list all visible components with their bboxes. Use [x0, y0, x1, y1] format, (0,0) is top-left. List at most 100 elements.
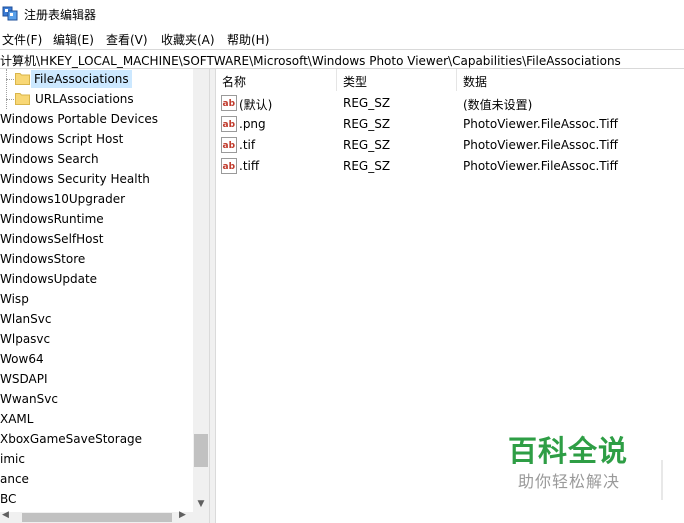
column-header-label: 名称 [222, 75, 247, 89]
tree-item[interactable]: WwanSvc [0, 389, 194, 409]
tree-item-label: XAML [0, 412, 34, 426]
svg-text:ab: ab [223, 162, 236, 172]
watermark-subtitle: 助你轻松解决 [518, 472, 621, 491]
string-value-icon: ab [221, 95, 237, 111]
value-type: REG_SZ [343, 159, 391, 173]
tree-item[interactable]: WindowsRuntime [0, 209, 194, 229]
folder-icon [15, 93, 30, 105]
value-name: (默认) [239, 98, 273, 112]
tree-item[interactable]: Windows Security Health [0, 169, 194, 189]
tree-item-label: imic [0, 452, 25, 466]
scrollbar-corner [193, 512, 209, 523]
tree-item-fileassociations[interactable]: FileAssociations [0, 69, 194, 89]
tree-item-label: WindowsUpdate [0, 272, 98, 286]
tree-item[interactable]: XAML [0, 409, 194, 429]
tree-item-label: WindowsSelfHost [0, 232, 104, 246]
tree-item-label: Wow64 [0, 352, 44, 366]
tree-item[interactable]: Windows Portable Devices [0, 109, 194, 129]
tree-item-label: WindowsStore [0, 252, 86, 266]
window-title: 注册表编辑器 [24, 8, 97, 22]
tree-item-label: Windows10Upgrader [0, 192, 126, 206]
tree-horizontal-scrollbar[interactable]: ◀ ▶ [0, 510, 193, 523]
tree-item[interactable]: XboxGameSaveStorage [0, 429, 194, 449]
watermark-title: 百科全说 [508, 434, 629, 468]
menu-help[interactable]: 帮助(H) [227, 31, 269, 48]
address-bar[interactable]: 计算机\HKEY_LOCAL_MACHINE\SOFTWARE\Microsof… [0, 49, 684, 69]
value-name: .tif [239, 138, 256, 152]
address-path[interactable]: 计算机\HKEY_LOCAL_MACHINE\SOFTWARE\Microsof… [0, 52, 621, 69]
tree-item-label: Windows Portable Devices [0, 112, 158, 126]
tree-item-label: WindowsRuntime [0, 212, 104, 226]
column-header-name[interactable]: 名称 [216, 69, 337, 91]
tree-item-label: Windows Security Health [0, 172, 150, 186]
list-scroll-edge [661, 460, 663, 500]
tree-item[interactable]: WlanSvc [0, 309, 194, 329]
tree-item[interactable]: BC [0, 489, 194, 509]
tree-item-label: FileAssociations [31, 70, 132, 88]
table-row[interactable]: ab .tiff REG_SZ PhotoViewer.FileAssoc.Ti… [216, 156, 684, 177]
scrollbar-thumb[interactable] [22, 513, 172, 522]
tree-vertical-scrollbar[interactable]: ▼ [193, 69, 209, 512]
tree-item-label: Windows Search [0, 152, 99, 166]
key-tree: FileAssociations URLAssociations Windows… [0, 69, 209, 523]
tree-item-label: WlanSvc [0, 312, 52, 326]
column-header-label: 数据 [463, 75, 488, 89]
menu-view[interactable]: 查看(V) [106, 31, 148, 48]
value-data: PhotoViewer.FileAssoc.Tiff [463, 159, 618, 173]
table-row[interactable]: ab .tif REG_SZ PhotoViewer.FileAssoc.Tif… [216, 135, 684, 156]
tree-item-label: WwanSvc [0, 392, 58, 406]
tree-item-label: BC [0, 492, 17, 506]
tree-item[interactable]: Wlpasvc [0, 329, 194, 349]
tree-item-label: Wisp [0, 292, 29, 306]
menu-bar: 文件(F) 编辑(E) 查看(V) 收藏夹(A) 帮助(H) [0, 28, 684, 49]
tree-item[interactable]: WindowsSelfHost [0, 229, 194, 249]
tree-item-label: WSDAPI [0, 372, 48, 386]
value-name: .tiff [239, 159, 260, 173]
pane-splitter[interactable] [209, 69, 216, 523]
svg-text:ab: ab [223, 120, 236, 130]
tree-item[interactable]: Wow64 [0, 349, 194, 369]
scrollbar-thumb[interactable] [194, 434, 208, 467]
tree-item[interactable]: Windows10Upgrader [0, 189, 194, 209]
value-type: REG_SZ [343, 96, 391, 110]
tree-item[interactable]: Windows Script Host [0, 129, 194, 149]
tree-item[interactable]: WindowsStore [0, 249, 194, 269]
tree-item-label: ance [0, 472, 29, 486]
column-header-label: 类型 [343, 75, 368, 89]
tree-item[interactable]: imic [0, 449, 194, 469]
table-row[interactable]: ab .png REG_SZ PhotoViewer.FileAssoc.Tif… [216, 114, 684, 135]
menu-edit[interactable]: 编辑(E) [53, 31, 94, 48]
string-value-icon: ab [221, 137, 237, 153]
string-value-icon: ab [221, 116, 237, 132]
chevron-down-icon[interactable]: ▼ [193, 496, 209, 512]
watermark-logo: 百科全说 助你轻松解决 [505, 428, 645, 498]
svg-text:ab: ab [223, 141, 236, 151]
chevron-left-icon[interactable]: ◀ [2, 510, 9, 520]
tree-item[interactable]: ance [0, 469, 194, 489]
value-type: REG_SZ [343, 117, 391, 131]
regedit-icon [2, 6, 18, 21]
chevron-right-icon[interactable]: ▶ [179, 510, 186, 520]
menu-file[interactable]: 文件(F) [2, 31, 42, 48]
folder-icon [15, 73, 30, 85]
tree-item-label: URLAssociations [35, 92, 134, 106]
tree-item-label: Wlpasvc [0, 332, 51, 346]
tree-item-label: XboxGameSaveStorage [0, 432, 143, 446]
table-row[interactable]: ab (默认) REG_SZ (数值未设置) [216, 93, 684, 114]
column-header-type[interactable]: 类型 [337, 69, 457, 91]
value-data: PhotoViewer.FileAssoc.Tiff [463, 138, 618, 152]
tree-item-urlassociations[interactable]: URLAssociations [0, 89, 194, 109]
svg-text:ab: ab [223, 99, 236, 109]
value-type: REG_SZ [343, 138, 391, 152]
value-data: (数值未设置) [463, 98, 533, 112]
tree-item[interactable]: Wisp [0, 289, 194, 309]
menu-favorites[interactable]: 收藏夹(A) [161, 31, 215, 48]
tree-item[interactable]: WSDAPI [0, 369, 194, 389]
string-value-icon: ab [221, 158, 237, 174]
tree-item[interactable]: WindowsUpdate [0, 269, 194, 289]
column-header-data[interactable]: 数据 [457, 69, 684, 91]
value-name: .png [239, 117, 266, 131]
title-bar: 注册表编辑器 [0, 0, 684, 28]
tree-item-label: Windows Script Host [0, 132, 124, 146]
tree-item[interactable]: Windows Search [0, 149, 194, 169]
